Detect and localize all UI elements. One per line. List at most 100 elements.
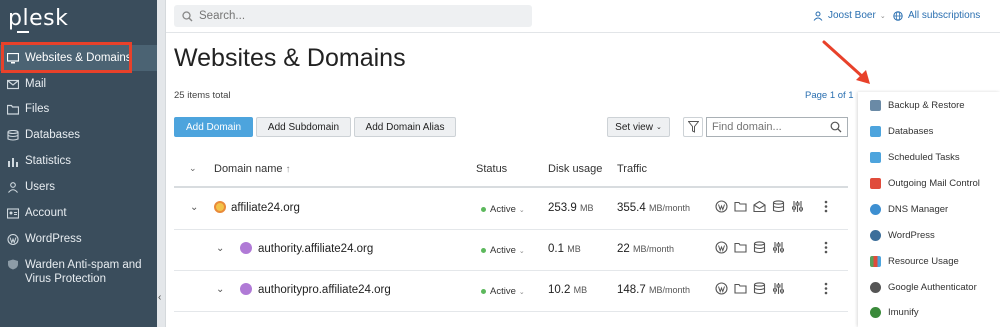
account-icon <box>7 207 19 219</box>
database-icon[interactable] <box>772 200 785 213</box>
add-subdomain-button[interactable]: Add Subdomain <box>256 117 351 137</box>
chevron-down-icon[interactable]: ⌄ <box>216 284 224 295</box>
tool-scheduled-tasks[interactable]: Scheduled Tasks <box>870 152 960 163</box>
database-icon <box>870 126 881 137</box>
tool-label: WordPress <box>888 230 935 241</box>
status-text: Active <box>490 286 516 297</box>
settings-sliders-icon[interactable] <box>772 241 785 254</box>
sidebar-item-warden[interactable]: Warden Anti-spam and Virus Protection <box>0 252 157 288</box>
more-options-icon[interactable] <box>824 282 828 298</box>
sidebar-item-users[interactable]: Users <box>0 174 157 200</box>
sidebar-item-label: Users <box>25 181 56 193</box>
tool-label: Databases <box>888 126 934 137</box>
folder-icon[interactable] <box>734 241 747 254</box>
global-search[interactable] <box>174 5 532 27</box>
tool-wordpress[interactable]: WordPress <box>870 230 935 241</box>
find-domain-input[interactable] <box>712 121 830 133</box>
domain-name-link[interactable]: authoritypro.affiliate24.org <box>258 284 391 296</box>
traffic-unit: MB/month <box>648 203 690 213</box>
tool-dns-manager[interactable]: DNS Manager <box>870 204 948 215</box>
sidebar-item-label: Account <box>25 207 67 219</box>
traffic-value: 148.7 <box>617 284 646 296</box>
site-favicon-icon <box>214 201 226 213</box>
chevron-down-icon: ⌄ <box>655 124 662 131</box>
tool-label: DNS Manager <box>888 204 949 215</box>
status-badge[interactable]: Active ⌄ <box>481 204 525 215</box>
sidebar-item-databases[interactable]: Databases <box>0 122 157 148</box>
chevron-down-icon[interactable]: ⌄ <box>216 243 224 254</box>
domain-name-link[interactable]: affiliate24.org <box>231 202 300 214</box>
tool-outgoing-mail-control[interactable]: Outgoing Mail Control <box>870 178 980 189</box>
more-options-icon[interactable] <box>824 241 828 257</box>
domain-name-link[interactable]: authority.affiliate24.org <box>258 243 373 255</box>
search-icon[interactable] <box>830 121 842 133</box>
row-actions <box>715 200 804 213</box>
tool-databases[interactable]: Databases <box>870 126 933 137</box>
subscriptions-menu[interactable]: All subscriptions <box>893 10 980 21</box>
pagination[interactable]: Page 1 of 1 <box>805 90 854 101</box>
gear-icon <box>870 307 881 318</box>
user-icon <box>8 181 18 193</box>
column-domain-name[interactable]: Domain name ↑ <box>214 163 291 175</box>
sidebar-collapse-strip[interactable] <box>157 0 166 327</box>
disk-unit: MB <box>573 285 588 295</box>
active-dot-icon <box>481 248 486 253</box>
tools-panel: Backup & Restore Databases Scheduled Tas… <box>858 92 1000 327</box>
disk-value: 0.1 <box>548 243 564 255</box>
settings-sliders-icon[interactable] <box>791 200 804 213</box>
filter-button[interactable] <box>683 117 703 137</box>
plesk-logo[interactable]: plesk <box>8 6 68 33</box>
table-row[interactable]: ⌄ authoritypro.affiliate24.org Active ⌄ 1… <box>174 271 848 312</box>
database-icon[interactable] <box>753 241 766 254</box>
column-traffic[interactable]: Traffic <box>617 163 647 175</box>
chevron-down-icon[interactable]: ⌄ <box>190 202 198 213</box>
disk-value: 253.9 <box>548 202 577 214</box>
user-menu[interactable]: Joost Boer ⌄ <box>813 10 886 21</box>
tool-label: Backup & Restore <box>888 100 965 111</box>
site-favicon-icon <box>240 242 252 254</box>
add-domain-button[interactable]: Add Domain <box>174 117 253 137</box>
subscriptions-label: All subscriptions <box>908 10 981 21</box>
search-input[interactable] <box>199 10 499 22</box>
column-status[interactable]: Status <box>476 163 507 175</box>
sidebar-item-files[interactable]: Files <box>0 96 157 122</box>
tool-backup-restore[interactable]: Backup & Restore <box>870 100 965 111</box>
set-view-button[interactable]: Set view ⌄ <box>607 117 670 137</box>
filter-icon <box>687 121 699 133</box>
settings-sliders-icon[interactable] <box>772 282 785 295</box>
column-disk-usage[interactable]: Disk usage <box>548 163 602 175</box>
database-icon[interactable] <box>753 282 766 295</box>
status-badge[interactable]: Active ⌄ <box>481 245 525 256</box>
tool-label: Scheduled Tasks <box>888 152 960 163</box>
expand-all-icon[interactable]: ⌄ <box>189 163 197 174</box>
dns-icon <box>870 204 881 215</box>
tool-imunify[interactable]: Imunify <box>870 307 919 318</box>
find-domain-field[interactable] <box>706 117 848 137</box>
tool-resource-usage[interactable]: Resource Usage <box>870 256 959 267</box>
folder-icon <box>7 104 19 115</box>
sidebar-item-account[interactable]: Account <box>0 200 157 226</box>
sidebar-item-mail[interactable]: Mail <box>0 71 157 97</box>
chevron-down-icon: ⌄ <box>518 288 525 296</box>
mail-icon <box>7 79 19 89</box>
table-row[interactable]: ⌄ affiliate24.org Active ⌄ 253.9 MB 355.4… <box>174 189 848 230</box>
wordpress-icon[interactable] <box>715 200 728 213</box>
disk-value: 10.2 <box>548 284 571 296</box>
mail-icon[interactable] <box>753 200 766 213</box>
wordpress-icon[interactable] <box>715 241 728 254</box>
collapse-chevron-icon[interactable]: ‹ <box>158 292 161 303</box>
sidebar-item-statistics[interactable]: Statistics <box>0 148 157 174</box>
sidebar-item-wordpress[interactable]: WordPress <box>0 226 157 252</box>
folder-icon[interactable] <box>734 282 747 295</box>
status-badge[interactable]: Active ⌄ <box>481 286 525 297</box>
wordpress-icon <box>7 233 19 245</box>
tool-google-authenticator[interactable]: Google Authenticator <box>870 282 977 293</box>
disk-usage: 10.2 MB <box>548 284 587 296</box>
folder-icon[interactable] <box>734 200 747 213</box>
table-row[interactable]: ⌄ authority.affiliate24.org Active ⌄ 0.1 … <box>174 230 848 271</box>
wordpress-icon[interactable] <box>715 282 728 295</box>
tool-label: Outgoing Mail Control <box>888 178 980 189</box>
add-domain-alias-button[interactable]: Add Domain Alias <box>354 117 456 137</box>
more-options-icon[interactable] <box>824 200 828 216</box>
calendar-icon <box>870 152 881 163</box>
